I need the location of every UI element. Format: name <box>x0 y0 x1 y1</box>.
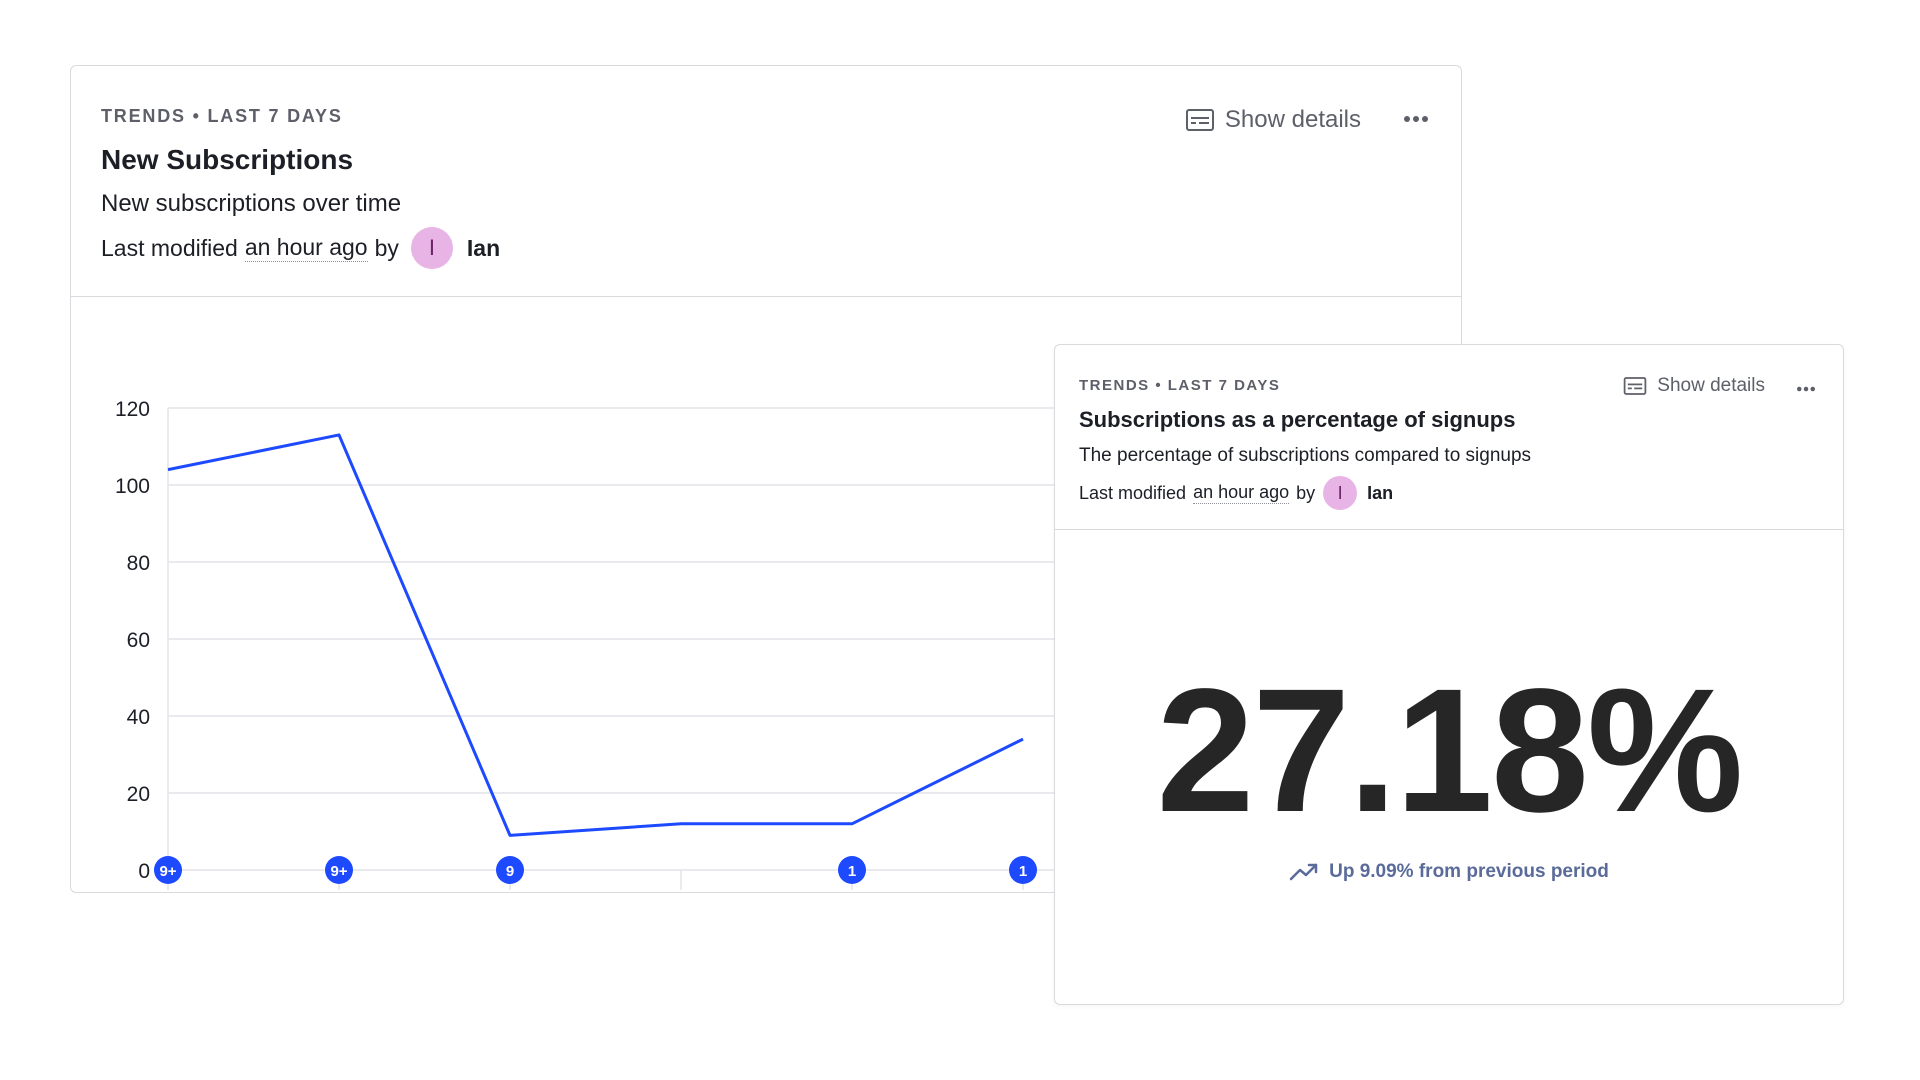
more-options-button[interactable] <box>1795 379 1817 397</box>
modified-time[interactable]: an hour ago <box>244 234 368 262</box>
card-header: TRENDS • LAST 7 DAYS Subscriptions as a … <box>1055 345 1843 530</box>
y-tick-label: 0 <box>138 860 150 883</box>
show-details-label: Show details <box>1657 375 1765 396</box>
card-title[interactable]: Subscriptions as a percentage of signups <box>1079 407 1515 433</box>
ellipsis-icon <box>1797 386 1815 392</box>
subscription-percentage-card: TRENDS • LAST 7 DAYS Subscriptions as a … <box>1054 344 1844 1005</box>
modified-prefix: Last modified <box>1079 482 1187 503</box>
more-options-button[interactable] <box>1403 110 1429 128</box>
annotation-count: 9 <box>506 863 514 880</box>
card-description: New subscriptions over time <box>101 190 402 217</box>
series-line <box>167 433 1024 837</box>
annotation-count: 9+ <box>159 863 176 880</box>
show-details-button[interactable]: Show details <box>1185 106 1361 134</box>
avatar: I <box>410 227 453 269</box>
modified-by: by <box>1296 482 1316 503</box>
card-title[interactable]: New Subscriptions <box>101 144 353 176</box>
author-name: Ian <box>466 234 501 261</box>
y-tick-label: 100 <box>115 475 150 498</box>
y-tick-label: 60 <box>127 629 150 652</box>
annotation-count: 1 <box>848 863 856 880</box>
show-details-label: Show details <box>1224 106 1361 133</box>
last-modified-line: Last modified an hour ago by I Ian <box>101 226 500 270</box>
ellipsis-icon <box>1404 116 1428 122</box>
y-tick-label: 20 <box>127 783 150 806</box>
y-tick-label: 40 <box>127 706 150 729</box>
card-kicker: TRENDS • LAST 7 DAYS <box>101 106 343 126</box>
y-tick-label: 80 <box>127 552 150 575</box>
y-tick-label: 120 <box>115 398 150 421</box>
author-name: Ian <box>1367 482 1394 503</box>
trend-text: Up 9.09% from previous period <box>1329 861 1609 882</box>
trend-comparison: Up 9.09% from previous period <box>1055 861 1843 883</box>
big-number-value: 27.18% <box>1156 653 1744 849</box>
trending-up-icon <box>1289 863 1318 881</box>
modified-prefix: Last modified <box>101 234 238 261</box>
annotation-count: 9+ <box>330 863 347 880</box>
modified-time[interactable]: an hour ago <box>1193 482 1290 504</box>
annotation-count: 1 <box>1019 863 1027 880</box>
modified-by: by <box>374 234 399 261</box>
details-icon <box>1185 109 1214 131</box>
card-description: The percentage of subscriptions compared… <box>1079 445 1532 466</box>
card-header: TRENDS • LAST 7 DAYS New Subscriptions N… <box>71 66 1461 297</box>
card-kicker: TRENDS • LAST 7 DAYS <box>1079 377 1281 394</box>
last-modified-line: Last modified an hour ago by I Ian <box>1079 475 1393 511</box>
show-details-button[interactable]: Show details <box>1623 375 1765 397</box>
details-icon <box>1623 377 1647 395</box>
avatar: I <box>1323 476 1358 510</box>
